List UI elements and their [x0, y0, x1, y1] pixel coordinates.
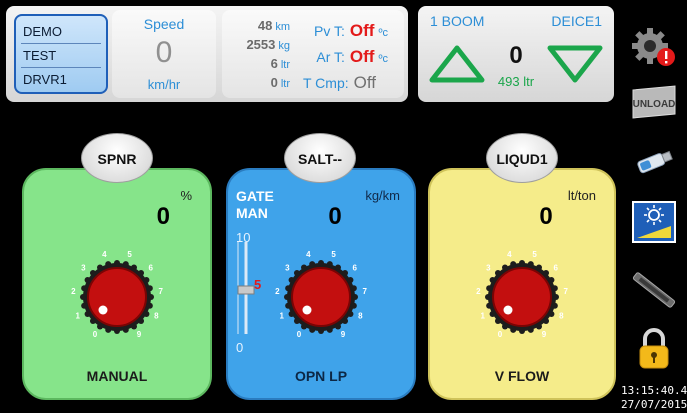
spinner-unit: %: [180, 188, 192, 203]
knob-tick-label: 2: [476, 287, 481, 296]
air-temp: Ar T: Off ºc: [316, 47, 388, 66]
liquid-knob[interactable]: 0 1 2 3 4 5 6 7 8 9: [470, 243, 574, 347]
knob-tick-label: 1: [480, 312, 485, 321]
distance-stat: 48 km: [257, 18, 290, 33]
spinner-mode: MANUAL: [86, 368, 148, 384]
liquid-card: lt/ton 0 0 1 2 3 4 5 6 7 8 9 V FLOW: [428, 168, 616, 400]
knob-tick-label: 6: [148, 264, 153, 273]
vehicle-id-box[interactable]: DEMO TEST DRVR1: [14, 14, 108, 94]
knob-tick-label: 1: [75, 312, 80, 321]
knob-tick-label: 2: [275, 287, 280, 296]
knob-indicator: [302, 305, 312, 315]
knob-tick-label: 0: [297, 330, 302, 339]
knob-tick-label: 7: [158, 287, 163, 296]
knob-tick-label: 0: [498, 330, 503, 339]
knob-indicator: [98, 305, 108, 315]
divider: [21, 67, 101, 68]
liquid-value: 0: [539, 203, 553, 230]
knob-tick-label: 7: [362, 287, 367, 296]
salt-card: GATE MAN kg/km 0 10 5 0 0123456789 OPN LP: [226, 168, 416, 400]
salt-knob[interactable]: 0 1 2 3 4 5 6 7 8 9: [269, 243, 373, 347]
salt-mode: OPN LP: [294, 368, 348, 384]
salt-value: 0: [328, 203, 342, 230]
knob-tick-label: 4: [507, 250, 512, 259]
gate-scale-min: 0: [236, 340, 244, 355]
gate-slider-handle[interactable]: [237, 285, 255, 295]
salt-unit: kg/km: [365, 188, 400, 203]
speed-value: 0: [155, 36, 173, 69]
knob-tick-label: 4: [102, 250, 107, 259]
knob-tick-label: 3: [81, 264, 86, 273]
boom-label: 1 BOOM: [430, 13, 485, 29]
conveyor-chute-icon[interactable]: [630, 268, 678, 312]
knob-tick-label: 8: [154, 312, 159, 321]
knob-tick-label: 7: [563, 287, 568, 296]
clock-time: 13:15:40.4: [621, 384, 687, 397]
deice-label: DEICE1: [551, 13, 602, 29]
salt-select-button[interactable]: SALT--: [284, 133, 356, 183]
boom-down-arrow-icon[interactable]: [546, 44, 604, 84]
divider: [21, 43, 101, 44]
liquid-select-button[interactable]: LIQUD1: [486, 133, 558, 183]
lock-icon[interactable]: [630, 326, 678, 370]
liquid-rate-stat: 0 ltr: [270, 75, 290, 90]
speed-label: Speed: [143, 16, 185, 32]
knob-tick-label: 9: [341, 330, 346, 339]
liquid-mode: V FLOW: [494, 368, 550, 384]
gate-setting: 5: [254, 277, 262, 292]
knob-tick-label: 9: [137, 330, 142, 339]
clock-date: 27/07/2015: [621, 398, 687, 411]
usb-drive-icon[interactable]: [630, 140, 678, 184]
knob-tick-label: 6: [553, 264, 558, 273]
knob-tick-label: 1: [279, 312, 284, 321]
unload-label: UNLOAD: [633, 99, 676, 110]
liquid-unit: lt/ton: [567, 188, 596, 203]
speed-readout: Speed 0 km/hr: [112, 10, 216, 98]
spinner-card: % 0 0 1 2 3 4 5 6 7 8 9 MANUAL: [22, 168, 212, 400]
unload-button-icon[interactable]: UNLOAD: [630, 80, 678, 124]
brightness-icon[interactable]: [630, 200, 678, 244]
weight-stat: 2553 kg: [246, 37, 290, 52]
vehicle-row-3: DRVR1: [23, 72, 67, 87]
knob-tick-label: 6: [352, 264, 357, 273]
knob-tick-label: 5: [127, 250, 132, 259]
knob-tick-label: 3: [486, 264, 491, 273]
knob-tick-label: 9: [542, 330, 547, 339]
vehicle-row-1: DEMO: [23, 24, 62, 39]
knob-tick-label: 8: [358, 312, 363, 321]
knob-tick-label: 5: [532, 250, 537, 259]
liquid-stat: 6 ltr: [270, 56, 290, 71]
knob-indicator: [503, 305, 513, 315]
status-panel: DEMO TEST DRVR1 Speed 0 km/hr 48 km 2553 k…: [6, 6, 408, 102]
knob-tick-label: 3: [285, 264, 290, 273]
settings-alarm-icon[interactable]: [630, 26, 678, 70]
totals-readout: 48 km 2553 kg 6 ltr 0 ltr Pv T: Off ºc Ar T: Of…: [222, 10, 404, 98]
temp-compensation: T Cmp: Off: [302, 73, 376, 92]
pavement-temp: Pv T: Off ºc: [314, 21, 388, 40]
boom-panel: 1 BOOM DEICE1 0 493 ltr: [418, 6, 614, 102]
vehicle-row-2: TEST: [23, 48, 57, 63]
spinner-value: 0: [156, 203, 170, 230]
knob-tick-label: 8: [559, 312, 564, 321]
speed-unit: km/hr: [147, 77, 181, 92]
knob-tick-label: 2: [71, 287, 76, 296]
spinner-select-button[interactable]: SPNR: [81, 133, 153, 183]
knob-tick-label: 4: [306, 250, 311, 259]
spinner-knob[interactable]: 0 1 2 3 4 5 6 7 8 9: [65, 243, 169, 347]
knob-tick-label: 0: [93, 330, 98, 339]
knob-tick-label: 5: [331, 250, 336, 259]
